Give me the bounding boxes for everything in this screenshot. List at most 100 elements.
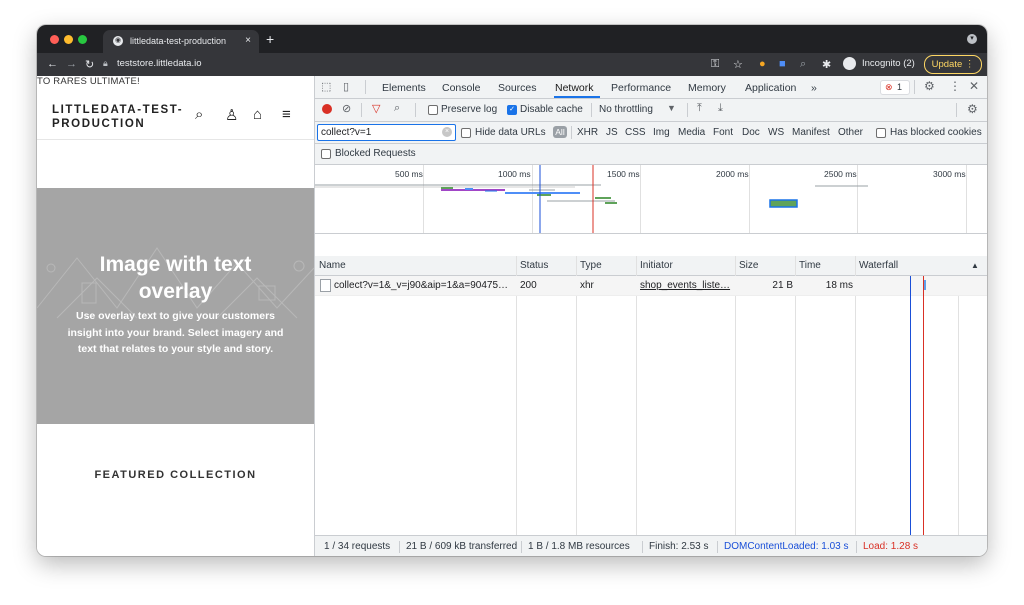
- minimize-window-button[interactable]: [64, 35, 73, 44]
- request-name[interactable]: collect?v=1&_v=j90&aip=1&a=90475…: [334, 280, 508, 291]
- incognito-icon[interactable]: [843, 57, 856, 70]
- filter-type-ws[interactable]: WS: [768, 127, 784, 138]
- import-har-icon[interactable]: ⤒: [697, 102, 702, 115]
- tab-network[interactable]: Network: [555, 82, 594, 94]
- divider: [415, 103, 416, 117]
- column-name[interactable]: Name: [319, 260, 346, 271]
- search-icon[interactable]: ⌕: [394, 102, 400, 115]
- table-row[interactable]: collect?v=1&_v=j90&aip=1&a=90475… 200 xh…: [315, 276, 987, 296]
- disable-cache-label: Disable cache: [520, 104, 583, 115]
- reload-icon[interactable]: ↻: [85, 58, 94, 71]
- puzzle-extensions-icon[interactable]: ✱: [822, 58, 831, 71]
- tab-memory[interactable]: Memory: [688, 82, 726, 94]
- new-tab-button[interactable]: +: [266, 31, 274, 47]
- disable-cache-checkbox[interactable]: ✓: [507, 105, 517, 115]
- column-divider: [855, 256, 856, 536]
- close-window-button[interactable]: [50, 35, 59, 44]
- cart-icon[interactable]: ⌂: [253, 106, 262, 123]
- divider: [687, 103, 688, 117]
- filter-type-font[interactable]: Font: [713, 127, 733, 138]
- filter-type-xhr[interactable]: XHR: [577, 127, 598, 138]
- document-icon: [320, 279, 331, 292]
- key-icon[interactable]: ⚿: [711, 58, 719, 71]
- magnifier-extension-icon[interactable]: ⌕: [800, 58, 806, 71]
- column-status[interactable]: Status: [520, 260, 548, 271]
- cookie-extension-icon[interactable]: ●: [759, 58, 766, 70]
- transferred-size: 21 B / 609 kB transferred: [406, 541, 518, 552]
- export-har-icon[interactable]: ⤓: [718, 102, 723, 115]
- divider: [591, 103, 592, 117]
- filter-input[interactable]: collect?v=1 ×: [317, 124, 456, 141]
- divider: [571, 126, 572, 139]
- request-type: xhr: [580, 280, 594, 291]
- tab-elements[interactable]: Elements: [382, 82, 426, 94]
- more-tabs-icon[interactable]: »: [811, 82, 817, 94]
- lock-icon[interactable]: 🔒︎: [103, 58, 108, 69]
- finish-time: Finish: 2.53 s: [649, 541, 709, 552]
- column-type[interactable]: Type: [580, 260, 602, 271]
- filter-icon[interactable]: ▽: [372, 102, 380, 115]
- request-initiator-link[interactable]: shop_events_liste…: [640, 280, 730, 291]
- column-initiator[interactable]: Initiator: [640, 260, 673, 271]
- address-bar[interactable]: teststore.littledata.io: [117, 58, 202, 69]
- has-blocked-cookies-checkbox[interactable]: [876, 128, 886, 138]
- network-settings-gear-icon[interactable]: ⚙: [967, 102, 978, 116]
- inspect-element-icon[interactable]: ⬚: [321, 80, 331, 93]
- filter-type-doc[interactable]: Doc: [742, 127, 760, 138]
- column-time[interactable]: Time: [799, 260, 821, 271]
- filter-type-js[interactable]: JS: [606, 127, 618, 138]
- clear-icon[interactable]: ⊘: [342, 102, 351, 115]
- network-overview-timeline[interactable]: 500 ms 1000 ms 1500 ms 2000 ms 2500 ms 3…: [315, 165, 987, 234]
- throttling-select[interactable]: No throttling: [599, 104, 653, 115]
- search-icon[interactable]: ⌕: [195, 106, 203, 123]
- hide-data-urls-checkbox[interactable]: [461, 128, 471, 138]
- browser-window: ◉ littledata-test-production × + ▾ ← → ↻…: [37, 25, 987, 556]
- store-logo[interactable]: LITTLEDATA-TEST- PRODUCTION: [52, 103, 192, 131]
- back-arrow-icon[interactable]: ←: [47, 58, 58, 70]
- account-icon[interactable]: ♙: [225, 106, 238, 124]
- blocked-requests-checkbox[interactable]: [321, 149, 331, 159]
- incognito-label[interactable]: Incognito (2): [862, 58, 915, 69]
- column-waterfall[interactable]: Waterfall: [859, 260, 898, 271]
- browser-tab[interactable]: ◉ littledata-test-production ×: [103, 30, 259, 53]
- featured-collection-heading: FEATURED COLLECTION: [94, 469, 257, 481]
- close-devtools-icon[interactable]: ✕: [969, 79, 979, 93]
- menu-icon[interactable]: ≡: [282, 106, 291, 123]
- zoom-window-button[interactable]: [78, 35, 87, 44]
- column-size[interactable]: Size: [739, 260, 758, 271]
- tab-console[interactable]: Console: [442, 82, 481, 94]
- dom-content-loaded-marker: [910, 276, 911, 535]
- filter-type-all[interactable]: All: [553, 126, 567, 138]
- forward-arrow-icon[interactable]: →: [66, 58, 77, 70]
- record-icon[interactable]: [322, 104, 332, 114]
- tab-sources[interactable]: Sources: [498, 82, 537, 94]
- error-counter[interactable]: ⊗ 1: [880, 80, 910, 95]
- filter-type-media[interactable]: Media: [678, 127, 705, 138]
- dom-content-loaded-time: DOMContentLoaded: 1.03 s: [724, 541, 849, 552]
- chevron-down-icon[interactable]: ▼: [667, 103, 676, 113]
- kebab-menu-icon[interactable]: ⋮: [949, 79, 961, 93]
- bookmark-star-icon[interactable]: ☆: [733, 58, 743, 71]
- tab-application[interactable]: Application: [745, 82, 796, 94]
- extension-icon[interactable]: ■: [779, 58, 786, 70]
- clear-filter-icon[interactable]: ×: [442, 127, 452, 137]
- filter-type-img[interactable]: Img: [653, 127, 670, 138]
- update-button[interactable]: Update ⋮: [924, 55, 982, 74]
- website-viewport: TO RARES ULTIMATE! LITTLEDATA-TEST- PROD…: [37, 76, 314, 556]
- filter-type-other[interactable]: Other: [838, 127, 863, 138]
- column-divider: [958, 276, 959, 535]
- filter-type-css[interactable]: CSS: [625, 127, 646, 138]
- announcement-bar[interactable]: TO RARES ULTIMATE!: [37, 76, 140, 87]
- hero-text-line-3: text that relates to your style and stor…: [77, 343, 274, 355]
- device-toolbar-icon[interactable]: ▯: [343, 80, 349, 93]
- tab-performance[interactable]: Performance: [611, 82, 671, 94]
- hero-title: Image with text overlay: [47, 251, 304, 305]
- divider: [717, 541, 718, 553]
- tab-search-icon[interactable]: ▾: [967, 34, 977, 44]
- preserve-log-checkbox[interactable]: [428, 105, 438, 115]
- divider: [642, 541, 643, 553]
- sort-ascending-icon[interactable]: ▲: [971, 261, 979, 270]
- close-tab-icon[interactable]: ×: [245, 35, 251, 46]
- settings-gear-icon[interactable]: ⚙: [924, 79, 935, 93]
- filter-type-manifest[interactable]: Manifest: [792, 127, 830, 138]
